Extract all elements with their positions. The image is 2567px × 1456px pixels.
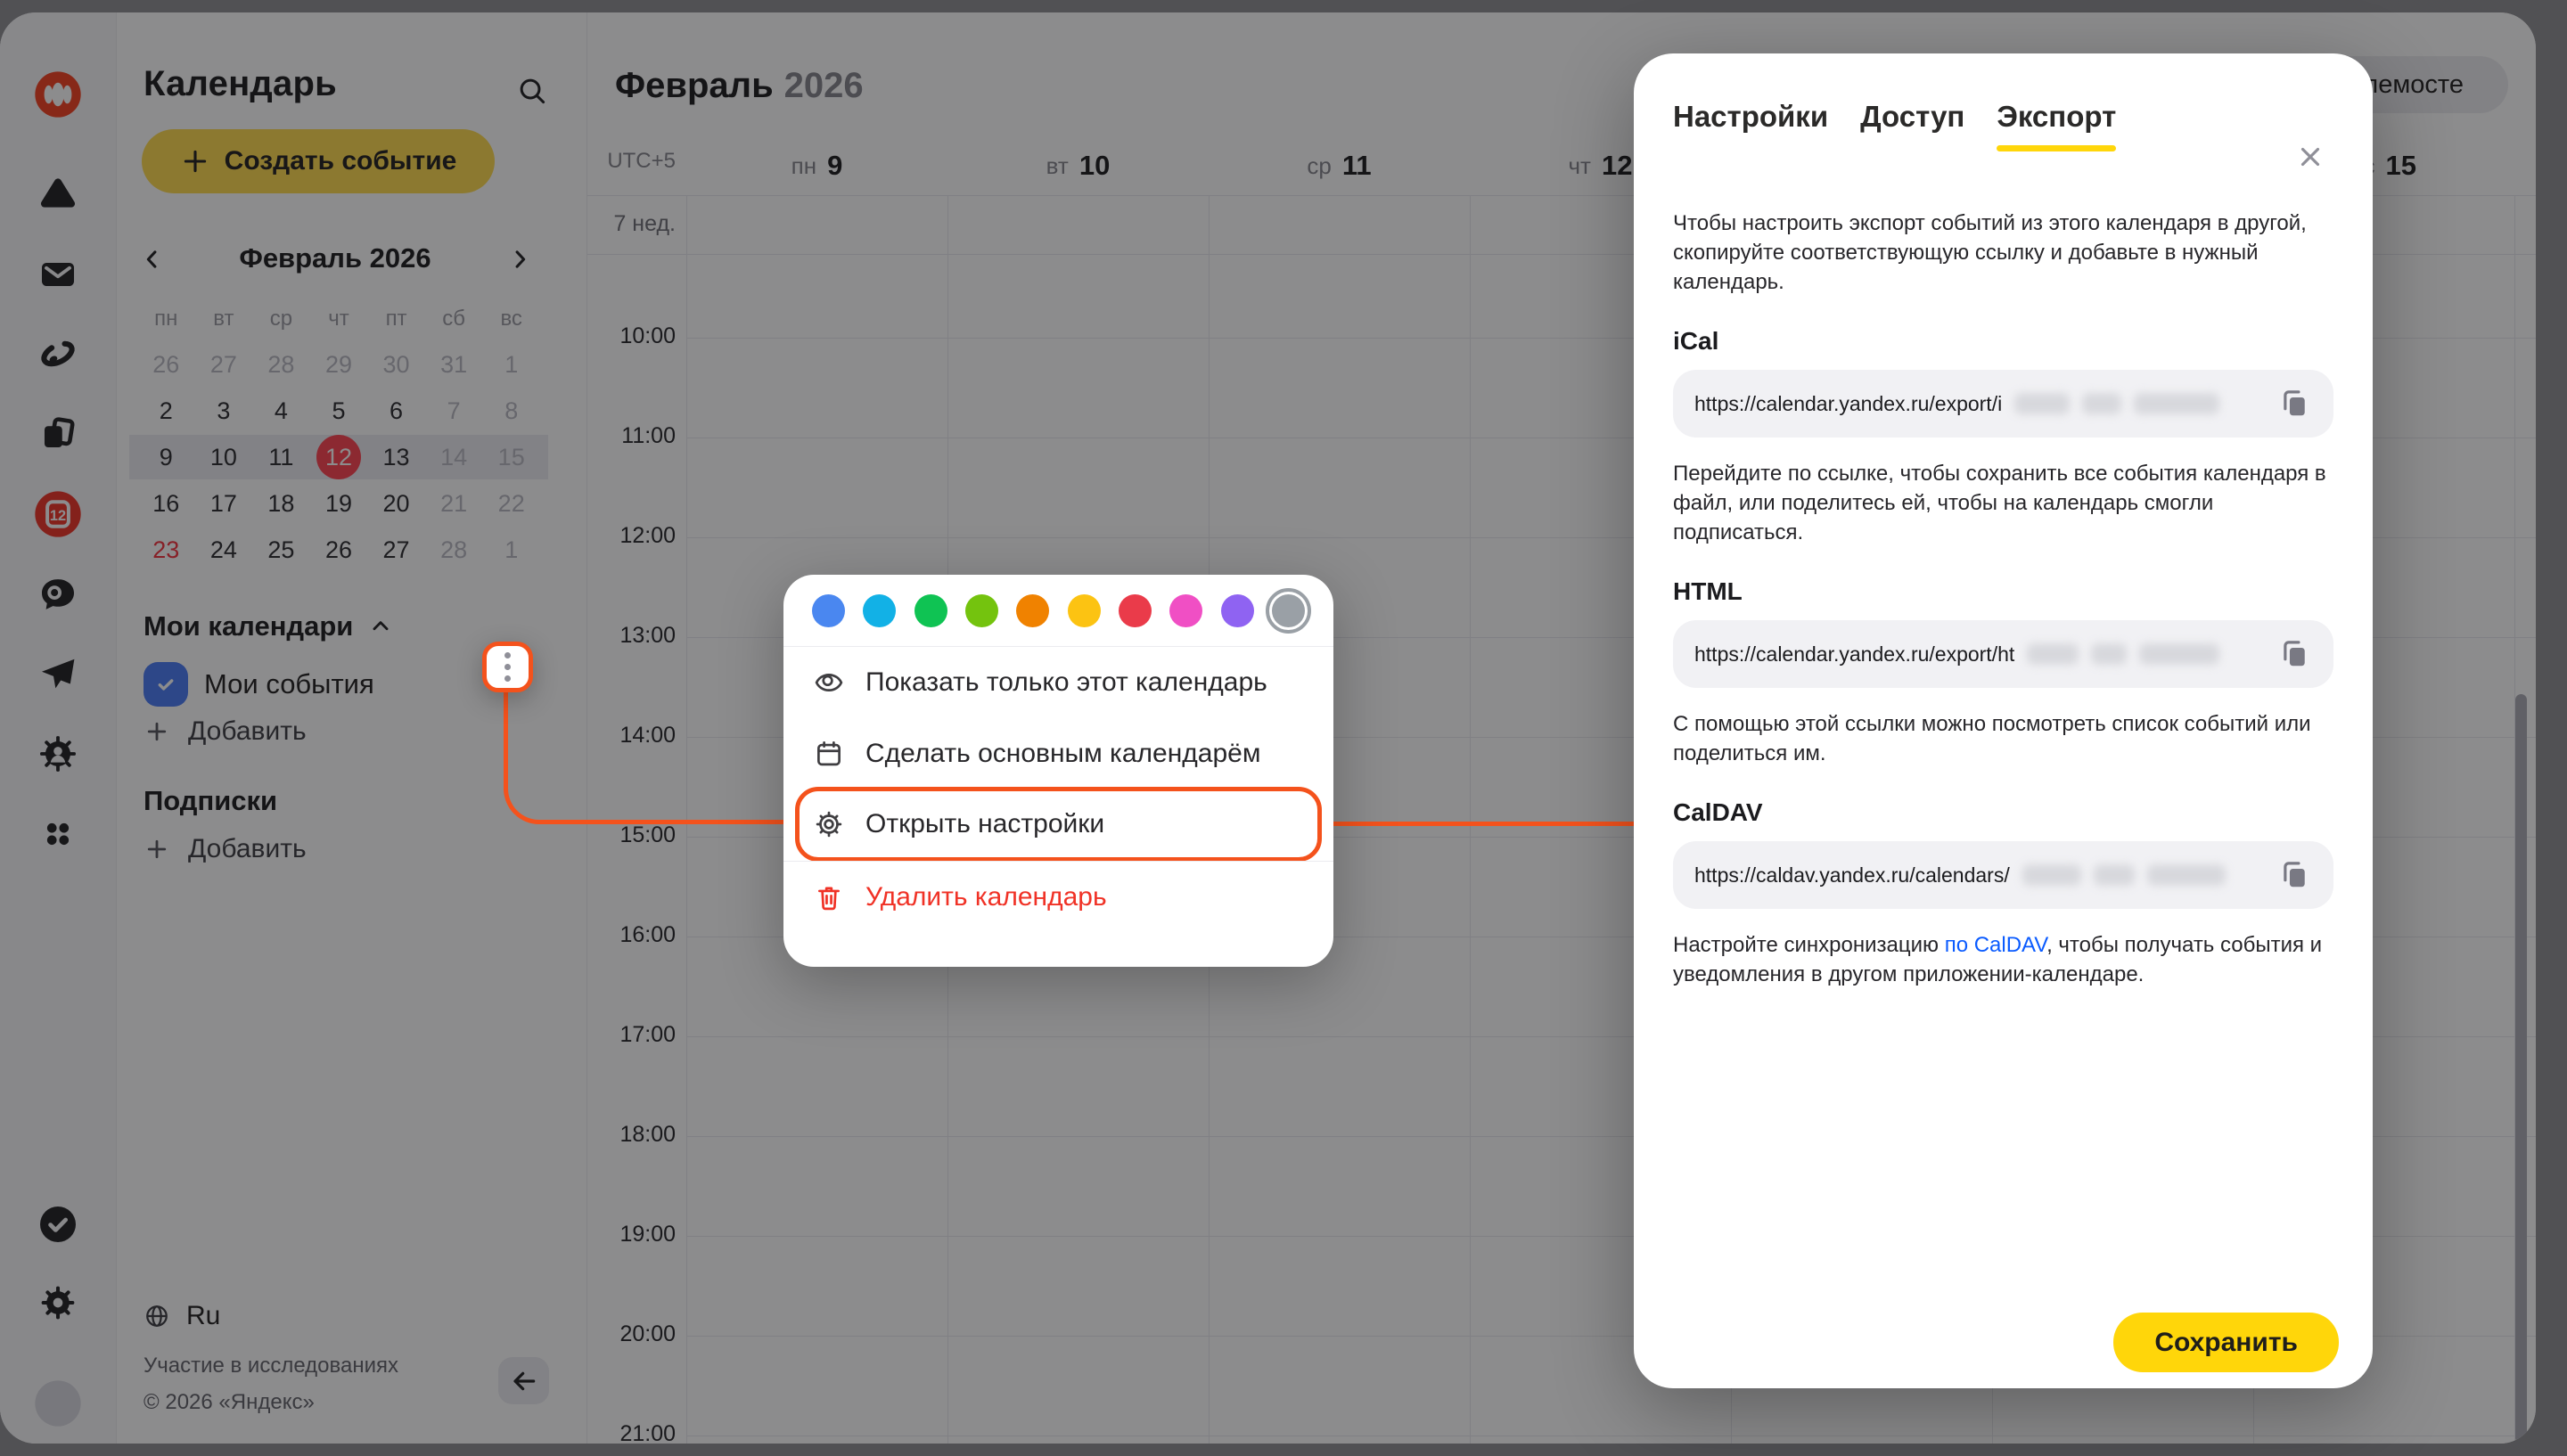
menu-item-label: Показать только этот календарь xyxy=(865,667,1267,698)
export-url-input-html[interactable]: https://calendar.yandex.ru/export/ht xyxy=(1673,620,2333,688)
tab-настройки[interactable]: Настройки xyxy=(1673,100,1828,151)
tab-доступ[interactable]: Доступ xyxy=(1860,100,1964,151)
redacted-token xyxy=(2091,643,2127,665)
save-label: Сохранить xyxy=(2154,1328,2298,1358)
calendar-icon xyxy=(814,739,844,769)
section-description: С помощью этой ссылки можно посмотреть с… xyxy=(1673,709,2334,768)
color-swatch[interactable] xyxy=(965,594,998,627)
redacted-token xyxy=(2147,864,2226,886)
calendar-options-kebab-button[interactable] xyxy=(482,642,533,692)
section-label-ical: iCal xyxy=(1673,327,2333,356)
redacted-token xyxy=(2027,643,2079,665)
color-swatch[interactable] xyxy=(863,594,896,627)
menu-item-open-settings[interactable]: Открыть настройки xyxy=(795,787,1322,862)
copy-icon[interactable] xyxy=(2276,857,2312,893)
color-swatch[interactable] xyxy=(914,594,947,627)
trash-icon xyxy=(814,882,844,912)
redacted-token xyxy=(2139,643,2219,665)
redacted-token xyxy=(2022,864,2081,886)
gear-icon xyxy=(814,809,844,839)
export-url-input-ical[interactable]: https://calendar.yandex.ru/export/i xyxy=(1673,370,2333,438)
export-url-input-caldav[interactable]: https://caldav.yandex.ru/calendars/ xyxy=(1673,841,2333,909)
export-intro-text: Чтобы настроить экспорт событий из этого… xyxy=(1673,209,2334,297)
color-swatch[interactable] xyxy=(1016,594,1049,627)
copy-icon[interactable] xyxy=(2276,636,2312,672)
menu-item-make-primary[interactable]: Сделать основным календарём xyxy=(783,718,1333,789)
tab-экспорт[interactable]: Экспорт xyxy=(1997,100,2116,151)
calendar-settings-modal: Настройки Доступ Экспорт Чтобы настроить э… xyxy=(1634,53,2373,1388)
copy-icon[interactable] xyxy=(2276,386,2312,421)
highlight-connector-right xyxy=(1333,822,1634,826)
export-url-text: https://calendar.yandex.ru/export/ht xyxy=(1694,642,2014,667)
color-swatch[interactable] xyxy=(812,594,845,627)
color-swatch[interactable] xyxy=(1119,594,1152,627)
desc-text: Настройте синхронизацию xyxy=(1673,933,1945,957)
redacted-token xyxy=(2134,393,2219,414)
export-url-text: https://calendar.yandex.ru/export/i xyxy=(1694,392,2002,416)
caldav-link[interactable]: по CalDAV xyxy=(1945,933,2046,957)
redacted-token xyxy=(2014,393,2070,414)
redacted-token xyxy=(2094,864,2135,886)
close-icon[interactable] xyxy=(2291,137,2330,176)
section-label-html: HTML xyxy=(1673,577,2333,606)
highlight-connector-left xyxy=(504,692,783,824)
calendar-context-menu: Показать только этот календарь Сделать ос… xyxy=(783,575,1333,967)
menu-item-label: Сделать основным календарём xyxy=(865,739,1260,769)
save-button[interactable]: Сохранить xyxy=(2113,1313,2339,1372)
eye-icon xyxy=(814,667,844,698)
menu-item-delete-calendar[interactable]: Удалить календарь xyxy=(783,862,1333,933)
color-swatch[interactable] xyxy=(1221,594,1254,627)
modal-tabs: Настройки Доступ Экспорт xyxy=(1673,100,2333,151)
color-swatch[interactable] xyxy=(1169,594,1202,627)
color-swatch[interactable] xyxy=(1068,594,1101,627)
menu-item-show-only[interactable]: Показать только этот календарь xyxy=(783,647,1333,718)
section-description: Перейдите по ссылке, чтобы сохранить все… xyxy=(1673,459,2334,547)
calendar-color-picker xyxy=(812,575,1305,646)
menu-item-label: Открыть настройки xyxy=(865,809,1104,839)
redacted-token xyxy=(2082,393,2121,414)
color-swatch[interactable] xyxy=(1272,594,1305,627)
menu-item-label: Удалить календарь xyxy=(865,882,1107,912)
section-label-caldav: CalDAV xyxy=(1673,798,2333,827)
page: 12 Календарь Создать событие Февраль 202… xyxy=(0,0,2567,1456)
section-description: Настройте синхронизацию по CalDAV, чтобы… xyxy=(1673,930,2334,989)
export-url-text: https://caldav.yandex.ru/calendars/ xyxy=(1694,863,2010,888)
